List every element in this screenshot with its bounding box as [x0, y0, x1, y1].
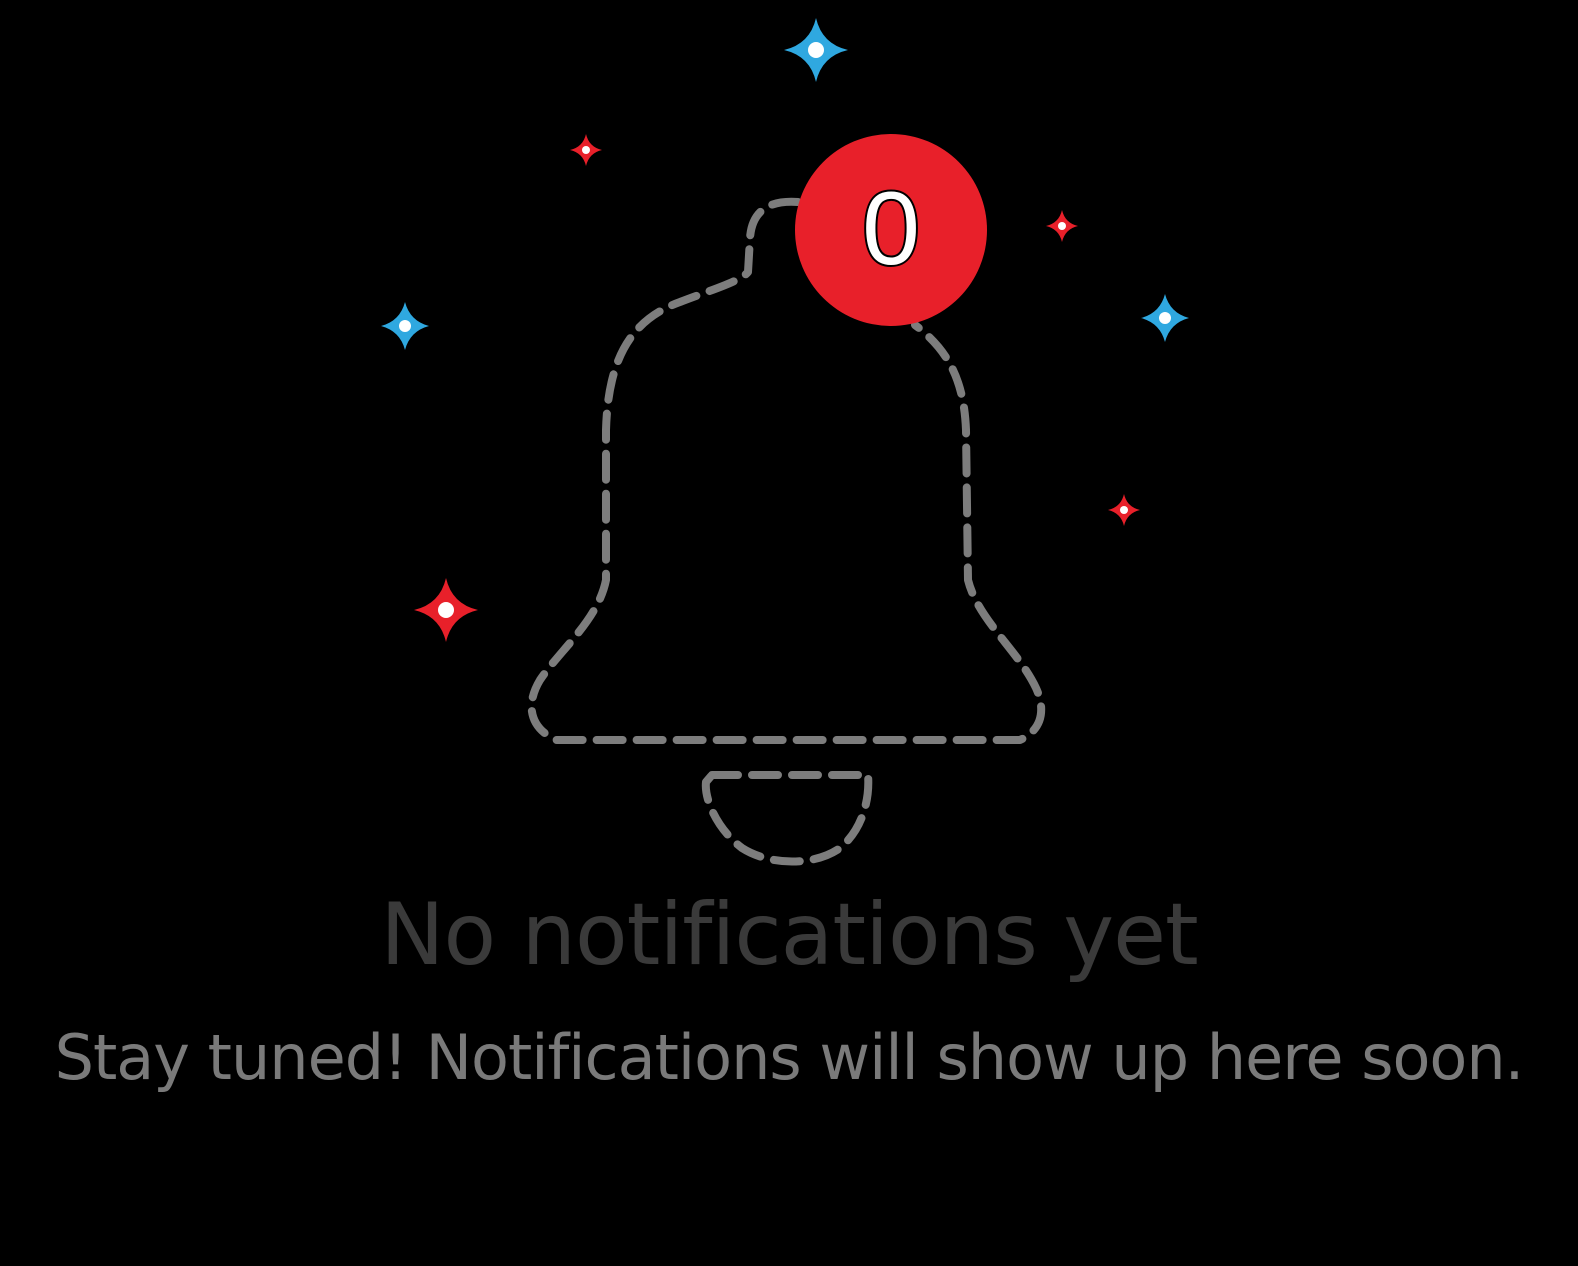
sparkle-icon: [784, 18, 848, 82]
empty-notifications-illustration: 0: [381, 18, 1189, 866]
bell-outline-icon: [527, 197, 1046, 866]
sparkle-icon: [570, 134, 602, 166]
empty-state-title: No notifications yet: [380, 885, 1199, 985]
notifications-empty-state: 0 No notifications yet Stay tuned! Notif…: [0, 0, 1578, 1266]
sparkle-icon: [1141, 294, 1189, 342]
sparkle-icon: [1108, 494, 1140, 526]
empty-state-message: Stay tuned! Notifications will show up h…: [54, 1021, 1525, 1094]
sparkle-icon: [1046, 210, 1078, 242]
sparkle-icon: [414, 578, 478, 642]
notification-count-badge: 0: [795, 134, 987, 326]
sparkle-icon: [381, 302, 429, 350]
badge-count: 0: [862, 171, 920, 287]
